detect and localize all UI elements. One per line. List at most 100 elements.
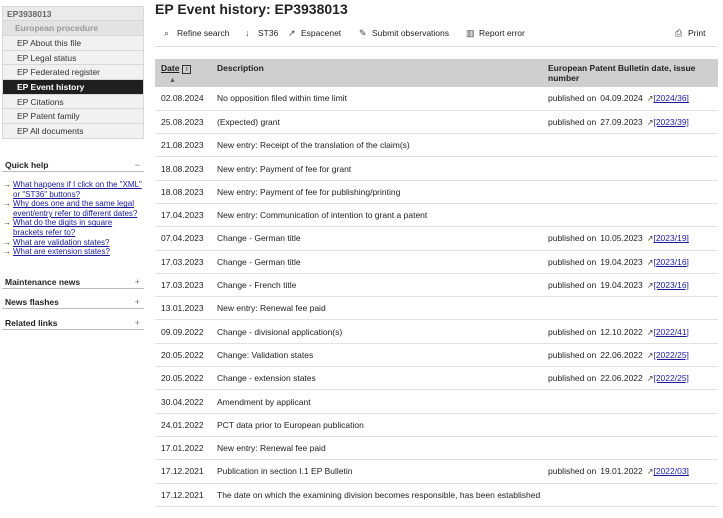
quick-help-link[interactable]: What are validation states? xyxy=(13,238,110,247)
quick-help-item[interactable]: → What are validation states? xyxy=(3,238,143,248)
bulletin-issue-link[interactable]: [2023/19] xyxy=(653,233,688,243)
news-flashes-header[interactable]: News flashes + xyxy=(2,296,144,309)
refine-search-icon: ⌕ xyxy=(164,28,170,38)
event-description: New entry: Renewal fee paid xyxy=(211,436,542,461)
refine-search-button[interactable]: ⌕ Refine search xyxy=(164,28,229,39)
quick-help-link[interactable]: What are extension states? xyxy=(13,247,110,256)
related-links-title: Related links xyxy=(5,318,58,328)
sidebar-item-ep-about-this-file[interactable]: EP About this file xyxy=(2,36,144,51)
bulletin-issue-link[interactable]: [2022/25] xyxy=(653,373,688,383)
bulletin-column-header: European Patent Bulletin date, issue num… xyxy=(542,59,718,87)
expand-icon[interactable]: + xyxy=(135,276,140,288)
bulletin-date: 04.09.2024 xyxy=(600,93,643,104)
quick-help-link[interactable]: What do the digits in square brackets re… xyxy=(13,218,112,237)
bulletin-date: 19.04.2023 xyxy=(600,256,643,267)
collapse-icon[interactable]: − xyxy=(135,159,140,171)
sidebar-item-ep-federated-register[interactable]: EP Federated register xyxy=(2,65,144,81)
event-description: Change - German title xyxy=(211,226,542,251)
bulletin-cell: published on 12.10.2022 ↗[2022/41] xyxy=(542,319,718,344)
st36-button[interactable]: ↓ ST36 xyxy=(245,28,278,38)
date-column-header[interactable]: Date i ▲ xyxy=(155,59,211,87)
bulletin-cell xyxy=(542,483,718,507)
bulletin-issue-link[interactable]: [2023/39] xyxy=(653,117,688,127)
published-label: published on xyxy=(548,280,597,291)
submit-observations-button[interactable]: ✎ Submit observations xyxy=(359,28,449,39)
table-row: 17.01.2022 New entry: Renewal fee paid xyxy=(155,436,718,461)
bulletin-cell xyxy=(542,389,718,414)
event-description: Change - extension states xyxy=(211,366,542,391)
bulletin-issue-link[interactable]: [2022/03] xyxy=(653,466,688,476)
expand-icon[interactable]: + xyxy=(135,296,140,308)
table-row: 20.05.2022 Change - extension states publi… xyxy=(155,366,718,391)
sidebar-item-ep-all-documents[interactable]: EP All documents xyxy=(2,124,144,139)
quick-help-link[interactable]: What happens if I click on the "XML" or … xyxy=(13,180,142,199)
event-date: 18.08.2023 xyxy=(155,180,211,204)
quick-help-item[interactable]: → What do the digits in square brackets r… xyxy=(3,218,143,237)
event-description: New entry: Receipt of the translation of… xyxy=(211,133,542,158)
table-row: 13.01.2023 New entry: Renewal fee paid xyxy=(155,296,718,321)
bulletin-issue-link[interactable]: [2022/25] xyxy=(653,350,688,360)
report-icon: ▥ xyxy=(466,28,475,38)
event-date: 17.04.2023 xyxy=(155,203,211,228)
maintenance-news-header[interactable]: Maintenance news + xyxy=(2,276,144,289)
table-row: 24.01.2022 PCT data prior to European pub… xyxy=(155,413,718,437)
print-button[interactable]: ⎙ Print xyxy=(675,28,705,39)
event-date: 21.08.2023 xyxy=(155,133,211,158)
printer-icon: ⎙ xyxy=(675,28,683,38)
sidebar-app-number: EP3938013 xyxy=(2,6,144,21)
event-description: Change - French title xyxy=(211,273,542,298)
bulletin-cell xyxy=(542,133,718,158)
page-title: EP Event history: EP3938013 xyxy=(155,1,348,17)
event-date: 17.12.2021 xyxy=(155,483,211,507)
table-row: 30.04.2022 Amendment by applicant xyxy=(155,389,718,414)
sidebar-nav: EP3938013 European procedure EP About th… xyxy=(2,6,144,139)
event-date: 17.03.2023 xyxy=(155,273,211,298)
published-label: published on xyxy=(548,326,597,337)
event-description: New entry: Payment of fee for grant xyxy=(211,156,542,181)
quick-help-list: → What happens if I click on the "XML" or… xyxy=(3,180,143,257)
espacenet-link[interactable]: ↗ Espacenet xyxy=(288,28,341,39)
event-date: 17.12.2021 xyxy=(155,459,211,484)
bulletin-date: 10.05.2023 xyxy=(600,233,643,244)
quick-help-header[interactable]: Quick help − xyxy=(2,159,144,172)
quick-help-item[interactable]: → What happens if I click on the "XML" or… xyxy=(3,180,143,199)
bulletin-cell: published on 19.04.2023 ↗[2023/16] xyxy=(542,273,718,298)
event-date: 09.09.2022 xyxy=(155,319,211,344)
event-date: 20.05.2022 xyxy=(155,366,211,391)
sidebar-item-ep-event-history[interactable]: EP Event history xyxy=(2,80,144,95)
bulletin-issue-link[interactable]: [2023/16] xyxy=(653,280,688,290)
sidebar-item-ep-legal-status[interactable]: EP Legal status xyxy=(2,50,144,66)
table-row: 09.09.2022 Change - divisional applicatio… xyxy=(155,319,718,344)
published-label: published on xyxy=(548,466,597,477)
sidebar-item-ep-patent-family[interactable]: EP Patent family xyxy=(2,109,144,125)
event-description: New entry: Communication of intention to… xyxy=(211,203,542,228)
bulletin-issue-link[interactable]: [2022/41] xyxy=(653,327,688,337)
bulletin-cell: published on 19.04.2023 ↗[2023/16] xyxy=(542,250,718,274)
quick-help-item[interactable]: → Why does one and the same legal event/e… xyxy=(3,199,143,218)
table-row: 25.08.2023 (Expected) grant published on 27… xyxy=(155,110,718,135)
date-sort-link[interactable]: Date xyxy=(161,63,179,73)
table-row: 18.08.2023 New entry: Payment of fee for … xyxy=(155,156,718,181)
quick-help-item[interactable]: → What are extension states? xyxy=(3,247,143,257)
published-label: published on xyxy=(548,116,597,127)
expand-icon[interactable]: + xyxy=(135,317,140,329)
info-icon[interactable]: i xyxy=(182,65,192,74)
event-description: Change - German title xyxy=(211,250,542,274)
bulletin-issue-link[interactable]: [2024/36] xyxy=(653,93,688,103)
event-date: 13.01.2023 xyxy=(155,296,211,321)
report-error-button[interactable]: ▥ Report error xyxy=(466,28,525,39)
bulletin-issue-link[interactable]: [2023/16] xyxy=(653,257,688,267)
event-history-table: Date i ▲ Description European Patent Bulle… xyxy=(155,59,718,507)
bulletin-cell: published on 27.09.2023 ↗[2023/39] xyxy=(542,110,718,135)
event-date: 24.01.2022 xyxy=(155,413,211,437)
sort-ascending-icon[interactable]: ▲ xyxy=(169,77,176,84)
arrow-right-icon: → xyxy=(3,247,11,257)
quick-help-link[interactable]: Why does one and the same legal event/en… xyxy=(13,199,137,218)
sidebar-item-ep-citations[interactable]: EP Citations xyxy=(2,94,144,110)
bulletin-cell xyxy=(542,203,718,228)
related-links-header[interactable]: Related links + xyxy=(2,317,144,330)
table-row: 17.03.2023 Change - German title published… xyxy=(155,250,718,274)
event-date: 30.04.2022 xyxy=(155,389,211,414)
event-description: Change - divisional application(s) xyxy=(211,319,542,344)
download-arrow-icon: ↓ xyxy=(245,28,250,38)
